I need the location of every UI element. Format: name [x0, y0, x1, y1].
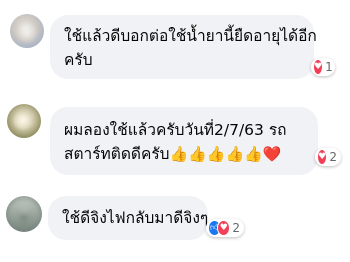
reaction-count: 2	[329, 150, 337, 164]
reaction-count: 1	[325, 60, 333, 74]
comment-text-line: ใช้แล้วดีบอกต่อใช้น้ำยานี้ยืดอายุได้อีก	[64, 27, 317, 45]
love-icon: ♥	[217, 220, 231, 236]
commenter-avatar-1[interactable]	[10, 14, 44, 48]
comment-text-line: ครับ	[64, 51, 93, 69]
comment-bubble-2: ผมลองใช้แล้วครับวันที่2/7/63 รถ สตาร์ทติ…	[50, 107, 318, 175]
comment-text-line: ใช้ดีจิงไฟกลับมาดีจิงๆ	[62, 209, 209, 227]
love-icon: ♥	[317, 149, 328, 165]
comment-2: ผมลองใช้แล้วครับวันที่2/7/63 รถ สตาร์ทติ…	[0, 90, 350, 180]
reaction-summary-3[interactable]: 👍︎ ♥ 2	[206, 219, 244, 237]
comment-3: ใช้ดีจิงไฟกลับมาดีจิงๆ 👍︎ ♥ 2	[0, 182, 350, 262]
comment-text: สตาร์ทติดดีครับ	[64, 145, 170, 163]
comment-1: ใช้แล้วดีบอกต่อใช้น้ำยานี้ยืดอายุได้อีก …	[0, 0, 350, 90]
reaction-summary-2[interactable]: ♥ 2	[315, 148, 341, 166]
comment-bubble-1: ใช้แล้วดีบอกต่อใช้น้ำยานี้ยืดอายุได้อีก …	[50, 15, 317, 79]
reaction-count: 2	[232, 221, 240, 235]
love-icon: ♥	[313, 59, 324, 75]
thumbs-up-and-heart-emoji: 👍👍👍👍👍❤️	[169, 145, 282, 163]
reaction-summary-1[interactable]: ♥ 1	[311, 58, 335, 76]
comment-bubble-3: ใช้ดีจิงไฟกลับมาดีจิงๆ	[48, 196, 208, 240]
comment-text-line-with-emoji: สตาร์ทติดดีครับ👍👍👍👍👍❤️	[64, 143, 282, 165]
commenter-avatar-3[interactable]	[6, 196, 42, 232]
comment-text-line: ผมลองใช้แล้วครับวันที่2/7/63 รถ	[64, 121, 287, 139]
commenter-avatar-2[interactable]	[7, 104, 41, 138]
